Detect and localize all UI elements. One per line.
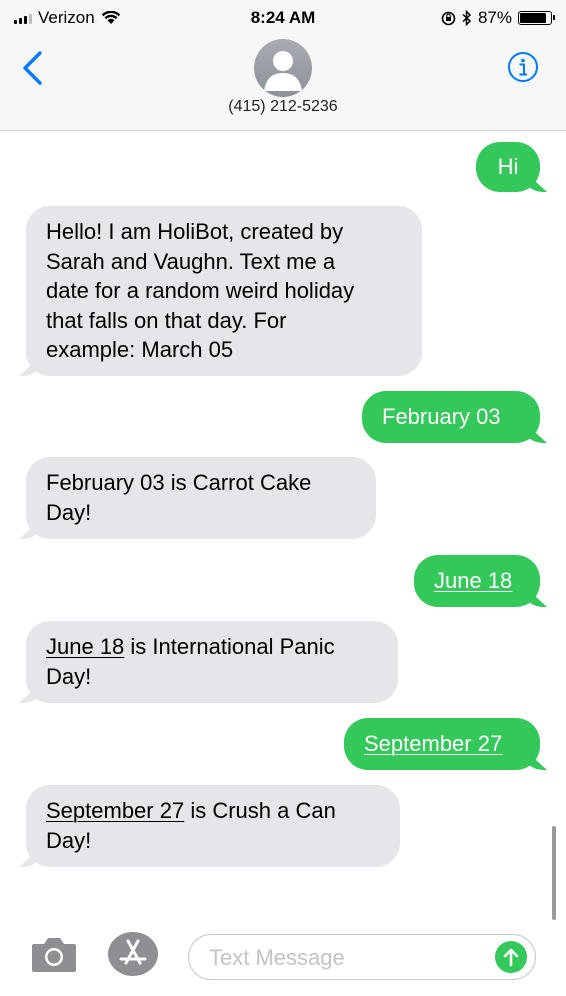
message-text: is International Panic [124, 634, 335, 659]
message-bubble-incoming[interactable]: June 18 is International Panic Day! [26, 621, 398, 703]
info-icon[interactable] [506, 50, 540, 84]
message-line: that falls on that day. For [46, 307, 287, 333]
message-line: Day! [46, 827, 92, 853]
message-line: February 03 is Carrot Cake [46, 470, 312, 495]
message-bubble-outgoing[interactable]: September 27 [344, 718, 540, 770]
message-line: September 27 is Crush a Can [46, 796, 380, 826]
message-date-link[interactable]: June 18 [434, 568, 512, 593]
scrollbar[interactable] [552, 826, 556, 920]
avatar-icon[interactable] [254, 39, 312, 97]
message-bubble-incoming[interactable]: Hello! I am HoliBot, created by Sarah an… [26, 206, 422, 376]
message-bubble-incoming[interactable]: February 03 is Carrot Cake Day! [26, 457, 376, 539]
message-line: example: March 05 [46, 337, 234, 362]
status-right: 87% [441, 8, 555, 28]
input-bar: Text Message [0, 920, 566, 996]
orientation-lock-icon [441, 11, 456, 25]
message-text: Hi [497, 154, 519, 179]
message-date-link[interactable]: September 27 [46, 798, 184, 823]
app-store-icon[interactable] [108, 932, 158, 976]
message-date-link[interactable]: June 18 [46, 634, 124, 659]
message-line: June 18 is International Panic [46, 632, 378, 662]
message-text: February 03 [382, 404, 501, 429]
message-input-placeholder: Text Message [209, 945, 345, 970]
contact-name[interactable]: (415) 212-5236 [0, 98, 566, 116]
message-text: is Crush a Can [184, 798, 336, 823]
message-thread[interactable]: Hi Hello! I am HoliBot, created by Sarah… [0, 131, 566, 911]
message-line: Day! [46, 663, 92, 689]
message-line: Day! [46, 499, 92, 525]
message-date-link[interactable]: September 27 [364, 731, 502, 756]
battery-percent: 87% [477, 8, 512, 27]
camera-icon[interactable] [30, 934, 78, 974]
message-bubble-outgoing[interactable]: Hi [476, 142, 540, 192]
message-line: date for a random weird holiday [46, 278, 355, 303]
message-bubble-incoming[interactable]: September 27 is Crush a Can Day! [26, 785, 400, 867]
message-bubble-outgoing[interactable]: February 03 [362, 391, 540, 443]
message-bubble-outgoing[interactable]: June 18 [414, 555, 540, 607]
send-arrow-icon [503, 948, 519, 967]
message-line: Hello! I am HoliBot, created by [46, 219, 344, 244]
message-line: Sarah and Vaughn. Text me a [46, 248, 336, 274]
back-chevron-icon[interactable] [20, 50, 46, 86]
status-bar: Verizon 8:24 AM 87% [0, 0, 566, 36]
send-button[interactable] [495, 941, 527, 973]
battery-icon [518, 11, 555, 25]
message-input[interactable]: Text Message [188, 934, 536, 980]
bluetooth-icon [462, 10, 472, 26]
conversation-header: (415) 212-5236 [0, 36, 566, 131]
